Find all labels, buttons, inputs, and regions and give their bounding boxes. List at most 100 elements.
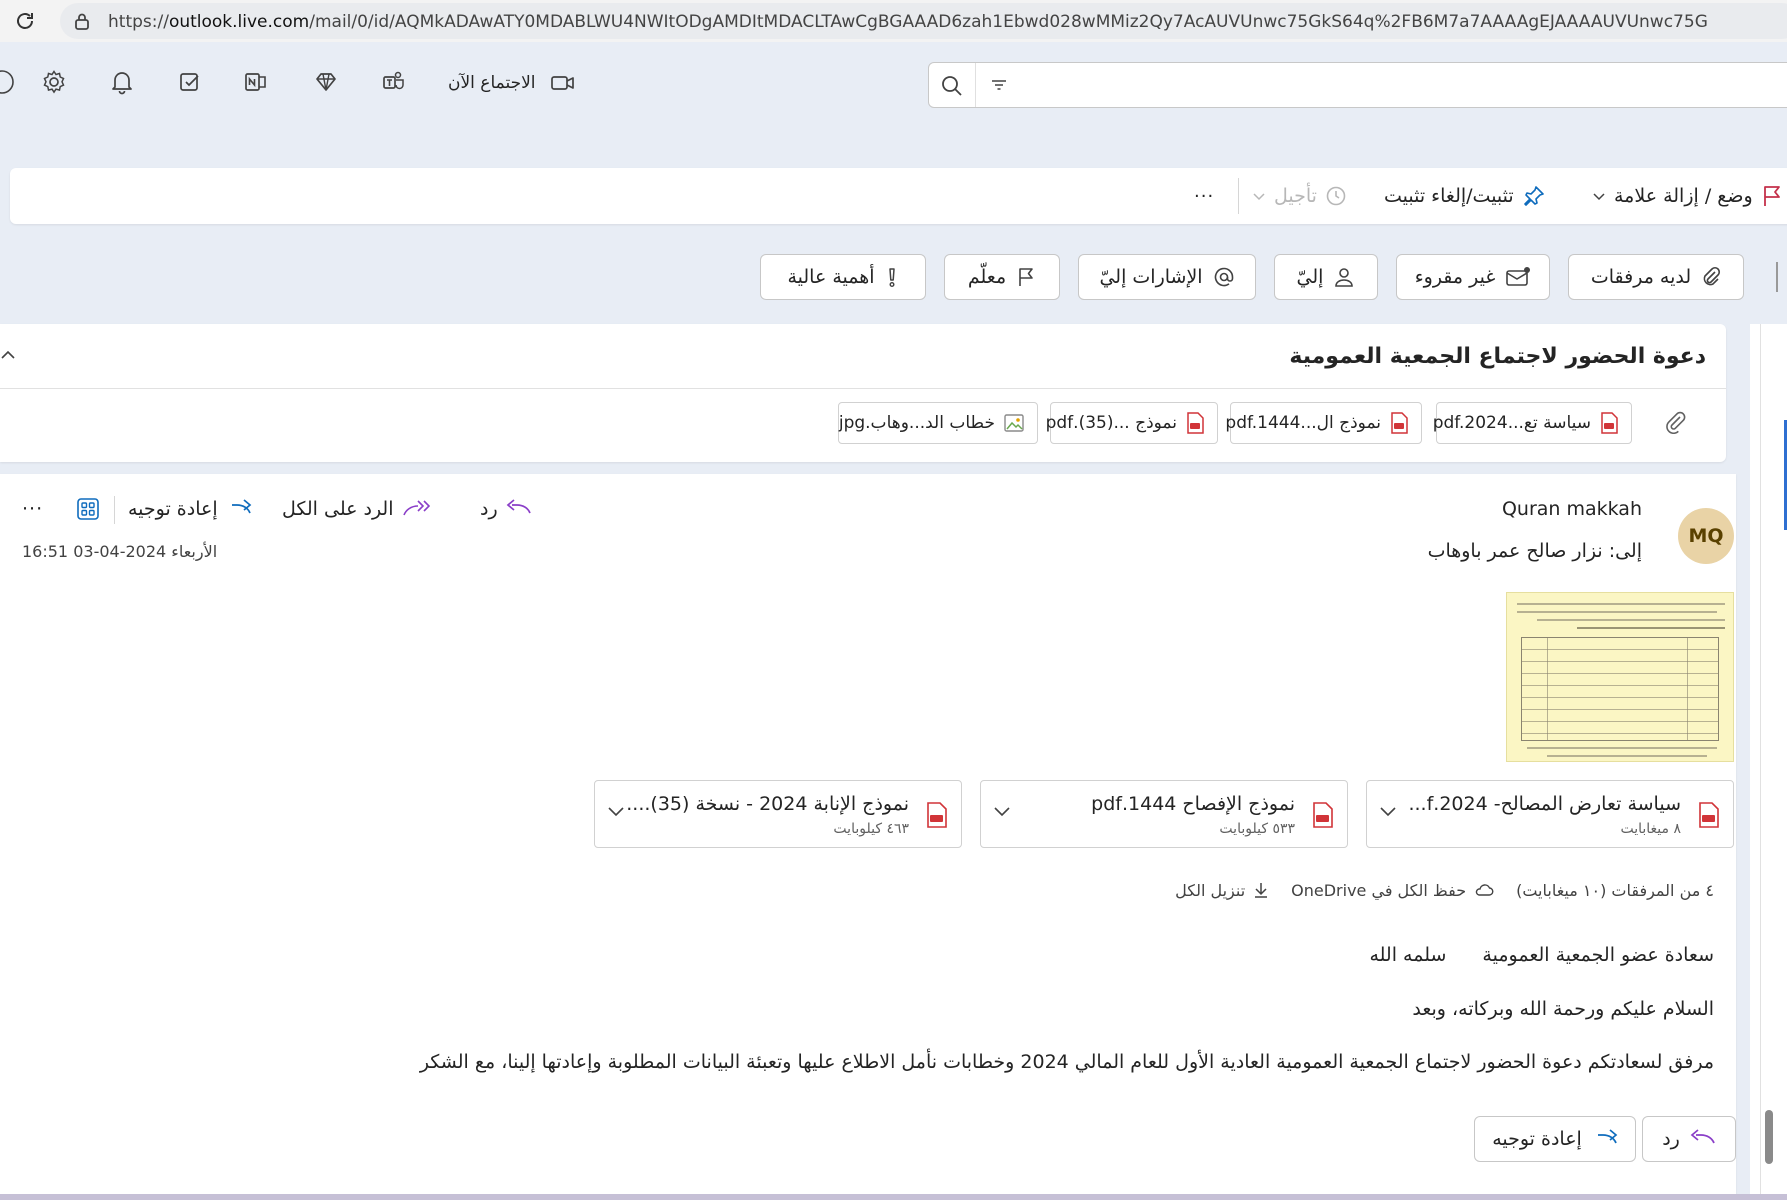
conversation-header: دعوة الحضور لاجتماع الجمعية العمومية سيا… (0, 324, 1726, 462)
avatar[interactable]: MQ (1678, 508, 1734, 564)
filter-mentions-label: الإشارات إليّ (1099, 266, 1203, 288)
inline-image[interactable] (1506, 592, 1734, 762)
search-divider (975, 63, 976, 107)
subject-divider (0, 388, 1726, 389)
recipient-name[interactable]: نزار صالح عمر باوهاب (1428, 540, 1603, 562)
filter-has-attachments[interactable]: لديه مرفقات (1568, 254, 1744, 300)
at-sign-icon (1213, 266, 1235, 288)
attachment-card-name: سياسة تعارض المصالح- 2024.f... (1408, 793, 1681, 815)
more-actions-label: ··· (22, 498, 44, 520)
chevron-down-icon[interactable] (993, 805, 1011, 817)
attachment-chip[interactable]: نموذج ال...pdf.1444 (1225, 402, 1422, 444)
forward-button[interactable]: إعادة توجيه (128, 494, 252, 524)
reply-button[interactable]: رد (480, 494, 532, 524)
settings-icon[interactable] (38, 66, 70, 98)
meet-now-label: الاجتماع الآن (448, 73, 536, 93)
note-check-icon[interactable] (174, 66, 206, 98)
teams-icon[interactable] (378, 66, 410, 98)
scrollbar-thumb[interactable] (1765, 1110, 1773, 1164)
attachment-chip-name: نموذج ...(35).pdf (1045, 413, 1177, 433)
browser-address-bar: https://outlook.live.com/mail/0/id/AQMkA… (0, 0, 1787, 42)
filter-unread[interactable]: غير مقروء (1396, 254, 1550, 300)
account-circle-icon[interactable] (0, 66, 18, 98)
forward-label: إعادة توجيه (128, 498, 218, 520)
pin-label: تثبيت/إلغاء تثبيت (1384, 185, 1514, 207)
premium-diamond-icon[interactable] (310, 66, 342, 98)
address-field[interactable]: https://outlook.live.com/mail/0/id/AQMkA… (60, 3, 1787, 39)
more-options-button[interactable]: ··· (1194, 180, 1214, 212)
flag-toggle-button[interactable]: وضع / إزالة علامة (1592, 180, 1783, 212)
message-toolbar: وضع / إزالة علامة تثبيت/إلغاء تثبيت تأجي… (10, 168, 1787, 224)
search-box[interactable] (928, 62, 1787, 108)
snooze-label: تأجيل (1274, 185, 1317, 207)
download-all-label: تنزيل الكل (1175, 880, 1246, 900)
to-prefix: إلى: (1608, 540, 1642, 562)
attachments-count: ٤ من المرفقات (١٠ ميغابايت) (1516, 880, 1714, 900)
window-bottom-edge (0, 1194, 1787, 1200)
save-all-onedrive-button[interactable]: حفظ الكل في OneDrive (1291, 881, 1494, 900)
chevron-up-icon[interactable] (0, 348, 16, 362)
filter-icon[interactable] (989, 76, 1009, 94)
pdf-file-icon (1185, 411, 1205, 435)
scrollbar-track[interactable] (1750, 324, 1787, 1200)
chevron-down-icon[interactable] (1379, 805, 1397, 817)
flag-label: وضع / إزالة علامة (1614, 185, 1753, 207)
paperclip-icon (1701, 266, 1721, 288)
forward-bottom-label: إعادة توجيه (1492, 1128, 1582, 1150)
more-options-label: ··· (1194, 185, 1215, 207)
attachment-card-size: ٤٦٣ كيلوبايت (833, 821, 909, 837)
exclamation-icon (885, 266, 899, 288)
body-salam: السلام عليكم ورحمة الله وبركاته، وبعد (1412, 998, 1714, 1020)
attachment-chip-name: نموذج ال...pdf.1444 (1225, 413, 1381, 433)
cloud-icon (1474, 882, 1494, 898)
person-icon (1333, 266, 1355, 288)
body-greeting-title: سعادة عضو الجمعية العمومية (1482, 944, 1714, 966)
attachment-card[interactable]: نموذج الإفصاح 1444.pdf ٥٣٣ كيلوبايت (980, 780, 1348, 848)
bell-icon[interactable] (106, 66, 138, 98)
pdf-file-icon (925, 801, 949, 829)
clock-icon (1325, 185, 1347, 207)
envelope-dot-icon (1505, 266, 1531, 288)
attachment-card-size: ٥٣٣ كيلوبايت (1219, 821, 1295, 837)
apps-grid-button[interactable] (76, 494, 100, 524)
filter-mentions[interactable]: الإشارات إليّ (1078, 254, 1256, 300)
filter-unread-label: غير مقروء (1414, 266, 1496, 288)
image-file-icon (1003, 412, 1025, 434)
pdf-file-icon (1697, 801, 1721, 829)
message-date: الأربعاء 2024-04-03 16:51 (22, 542, 218, 561)
download-icon (1253, 881, 1269, 899)
pdf-file-icon (1311, 801, 1335, 829)
onenote-icon[interactable] (240, 66, 272, 98)
filter-has-attachments-label: لديه مرفقات (1590, 266, 1692, 288)
chevron-down-icon[interactable] (1592, 191, 1606, 201)
pin-toggle-button[interactable]: تثبيت/إلغاء تثبيت (1384, 180, 1546, 212)
subject-title: دعوة الحضور لاجتماع الجمعية العمومية (1289, 344, 1706, 369)
attachment-card[interactable]: سياسة تعارض المصالح- 2024.f... ٨ ميغاباي… (1366, 780, 1734, 848)
filter-high-importance[interactable]: أهمية عالية (760, 254, 926, 300)
toolbar-divider (1238, 178, 1239, 214)
pin-icon (1522, 184, 1546, 208)
chevron-down-icon[interactable] (607, 805, 625, 817)
search-icon[interactable] (939, 73, 965, 99)
more-actions-button[interactable]: ··· (22, 494, 43, 524)
paperclip-icon (1664, 410, 1688, 434)
attachment-chip[interactable]: نموذج ...(35).pdf (1046, 402, 1218, 444)
attachment-chip-name: خطاب الد...وهاب.jpg (838, 413, 995, 433)
download-all-button[interactable]: تنزيل الكل (1175, 881, 1269, 900)
video-camera-icon (550, 73, 576, 93)
attachment-card-name: نموذج الإفصاح 1444.pdf (1091, 793, 1295, 815)
attachment-card[interactable]: نموذج الإنابة 2024 - نسخة (35).... ٤٦٣ ك… (594, 780, 962, 848)
sender-name[interactable]: Quran makkah (1502, 498, 1642, 520)
attachment-chip[interactable]: سياسة تع...pdf.2024 (1433, 402, 1632, 444)
body-greeting: سعادة عضو الجمعية العمومية سلمه الله (1369, 944, 1714, 966)
meet-now-button[interactable]: الاجتماع الآن (448, 68, 576, 98)
forward-bottom-button[interactable]: إعادة توجيه (1474, 1116, 1636, 1162)
filter-flagged[interactable]: معلّم (944, 254, 1060, 300)
reply-all-button[interactable]: الرد على الكل (282, 494, 430, 524)
reload-icon[interactable] (10, 6, 40, 36)
snooze-button[interactable]: تأجيل (1252, 180, 1347, 212)
filter-to-me[interactable]: إليّ (1274, 254, 1378, 300)
reply-bottom-button[interactable]: رد (1642, 1116, 1736, 1162)
attachment-chip[interactable]: خطاب الد...وهاب.jpg (838, 402, 1038, 444)
reply-bottom-label: رد (1662, 1128, 1680, 1150)
